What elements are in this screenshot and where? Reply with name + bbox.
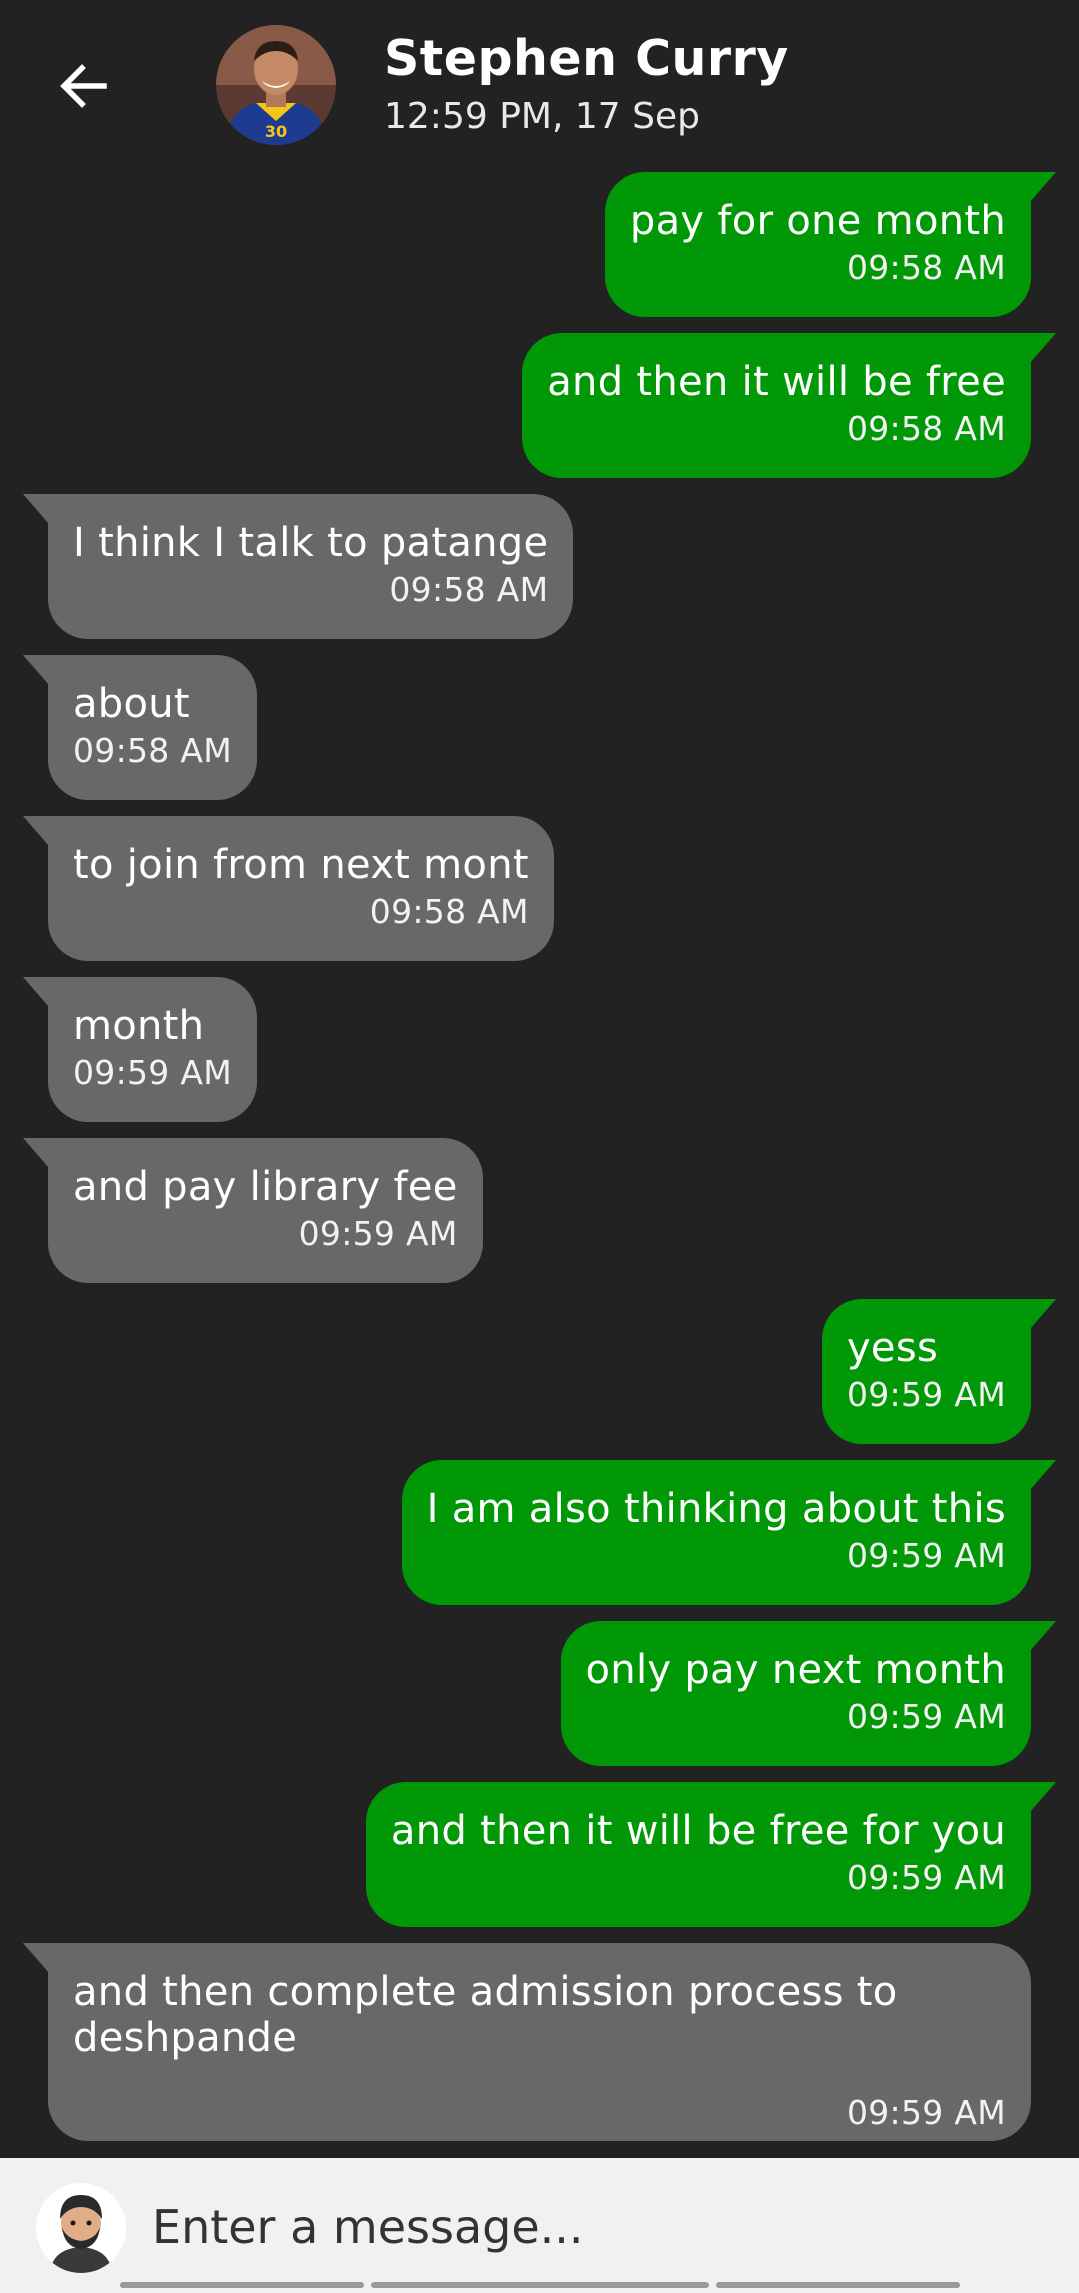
message-row: I think I talk to patange 09:58 AM bbox=[0, 494, 1079, 655]
sent-message-bubble[interactable]: and then it will be free 09:58 AM bbox=[522, 333, 1056, 478]
sent-message-bubble[interactable]: pay for one month 09:58 AM bbox=[604, 172, 1057, 317]
user-avatar[interactable] bbox=[36, 2183, 126, 2273]
message-time: 09:58 AM bbox=[846, 409, 1006, 448]
received-message-bubble[interactable]: I think I talk to patange 09:58 AM bbox=[22, 494, 574, 639]
message-text: and then complete admission process to d… bbox=[73, 1969, 898, 2061]
message-list[interactable]: pay for one month 09:58 AM and then it w… bbox=[0, 172, 1079, 2155]
sent-message-bubble[interactable]: only pay next month 09:59 AM bbox=[560, 1621, 1057, 1766]
last-seen-time: 12:59 PM, 17 Sep bbox=[384, 96, 700, 137]
message-time: 09:59 AM bbox=[846, 1697, 1006, 1736]
message-input[interactable] bbox=[150, 2178, 1034, 2276]
message-row: yess 09:59 AM bbox=[0, 1299, 1079, 1460]
message-row: only pay next month 09:59 AM bbox=[0, 1621, 1079, 1782]
message-text: month bbox=[73, 1003, 205, 1049]
contact-avatar[interactable]: 30 bbox=[216, 25, 336, 145]
arrow-left-icon bbox=[60, 64, 107, 108]
message-text: yess bbox=[846, 1325, 939, 1371]
message-time: 09:58 AM bbox=[73, 731, 233, 770]
message-time: 09:59 AM bbox=[298, 1214, 458, 1253]
message-text: pay for one month bbox=[629, 198, 1006, 244]
received-message-bubble[interactable]: and pay library fee 09:59 AM bbox=[23, 1138, 483, 1283]
received-message-bubble[interactable]: to join from next mont 09:58 AM bbox=[23, 816, 554, 961]
sent-message-bubble[interactable]: I am also thinking about this 09:59 AM bbox=[401, 1460, 1057, 1605]
keyboard-suggestion-divider bbox=[716, 2282, 960, 2288]
message-time: 09:59 AM bbox=[846, 1536, 1006, 1575]
message-time: 09:58 AM bbox=[369, 892, 529, 931]
message-text: I think I talk to patange bbox=[73, 520, 549, 566]
message-text: I am also thinking about this bbox=[426, 1486, 1006, 1532]
message-row: month 09:59 AM bbox=[0, 977, 1079, 1138]
message-row: and pay library fee 09:59 AM bbox=[0, 1138, 1079, 1299]
message-row: I am also thinking about this 09:59 AM bbox=[0, 1460, 1079, 1621]
message-text: only pay next month bbox=[585, 1647, 1006, 1693]
keyboard-suggestion-divider bbox=[371, 2282, 709, 2288]
message-time: 09:59 AM bbox=[73, 1053, 233, 1092]
message-time: 09:59 AM bbox=[846, 1375, 1006, 1414]
received-message-bubble[interactable]: month 09:59 AM bbox=[22, 977, 258, 1122]
message-row: pay for one month 09:58 AM bbox=[0, 172, 1079, 333]
message-time: 09:58 AM bbox=[389, 570, 549, 609]
message-text: and then it will be free for you bbox=[390, 1808, 1006, 1854]
sent-message-bubble[interactable]: yess 09:59 AM bbox=[821, 1299, 1057, 1444]
message-time: 09:59 AM bbox=[846, 2093, 1006, 2132]
message-text: to join from next mont bbox=[73, 842, 529, 888]
sent-message-bubble[interactable]: and then it will be free for you 09:59 A… bbox=[365, 1782, 1057, 1927]
message-row: to join from next mont 09:58 AM bbox=[0, 816, 1079, 977]
received-message-bubble[interactable]: about 09:58 AM bbox=[22, 655, 258, 800]
message-row: about 09:58 AM bbox=[0, 655, 1079, 816]
message-composer bbox=[0, 2158, 1079, 2293]
chat-header: 30 Stephen Curry 12:59 PM, 17 Sep bbox=[0, 0, 1079, 168]
message-time: 09:58 AM bbox=[846, 248, 1006, 287]
back-button[interactable] bbox=[40, 46, 128, 126]
contact-name: Stephen Curry bbox=[384, 30, 789, 87]
message-text: and pay library fee bbox=[73, 1164, 458, 1210]
message-text: and then it will be free bbox=[547, 359, 1006, 405]
message-row: and then it will be free for you 09:59 A… bbox=[0, 1782, 1079, 1943]
message-time: 09:59 AM bbox=[846, 1858, 1006, 1897]
svg-text:30: 30 bbox=[265, 122, 287, 141]
message-row: and then complete admission process to d… bbox=[0, 1943, 1079, 2144]
keyboard-suggestion-divider bbox=[120, 2282, 364, 2288]
received-message-bubble[interactable]: and then complete admission process to d… bbox=[23, 1943, 1031, 2141]
message-row: and then it will be free 09:58 AM bbox=[0, 333, 1079, 494]
message-text: about bbox=[73, 681, 190, 727]
